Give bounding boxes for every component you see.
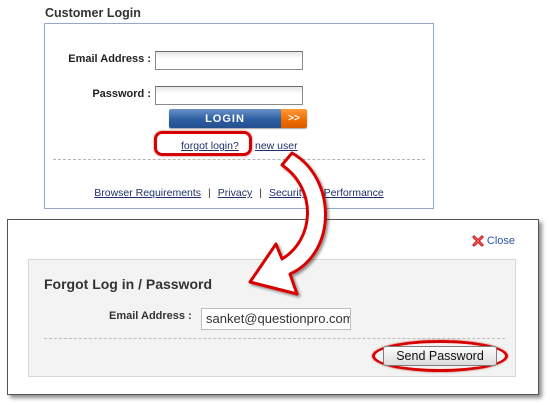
password-input[interactable] (155, 86, 303, 105)
footer-separator: | (208, 187, 211, 199)
login-button[interactable]: LOGIN >> (169, 109, 307, 128)
login-footer-links: Browser Requirements | Privacy | Securit… (45, 187, 433, 199)
forgot-login-link[interactable]: forgot login? (181, 140, 239, 152)
close-label: Close (486, 235, 515, 247)
privacy-link[interactable]: Privacy (218, 187, 252, 199)
security-link[interactable]: Security (269, 187, 307, 199)
close-button[interactable]: Close (472, 235, 515, 247)
performance-link[interactable]: Performance (324, 187, 384, 199)
login-arrow-icon: >> (281, 109, 307, 128)
new-user-link[interactable]: new user (255, 140, 298, 152)
login-divider (53, 159, 425, 160)
dialog-email-input[interactable]: sanket@questionpro.com (201, 308, 351, 330)
password-label: Password : (92, 88, 151, 100)
forgot-password-panel: Forgot Log in / Password Email Address :… (28, 259, 516, 377)
forgot-password-title: Forgot Log in / Password (44, 276, 212, 292)
dialog-email-label: Email Address : (109, 310, 192, 322)
send-password-button[interactable]: Send Password (383, 346, 497, 366)
customer-login-title: Customer Login (45, 6, 141, 20)
customer-login-panel: Email Address : Password : LOGIN >> forg… (44, 23, 434, 209)
login-button-label: LOGIN (169, 109, 281, 128)
dialog-divider (44, 338, 505, 339)
browser-requirements-link[interactable]: Browser Requirements (94, 187, 201, 199)
email-address-input[interactable] (155, 51, 303, 70)
email-address-label: Email Address : (68, 53, 151, 65)
forgot-password-dialog: Close Forgot Log in / Password Email Add… (7, 219, 539, 395)
close-icon (472, 235, 484, 247)
footer-separator: | (313, 187, 317, 199)
footer-separator: | (259, 187, 262, 199)
